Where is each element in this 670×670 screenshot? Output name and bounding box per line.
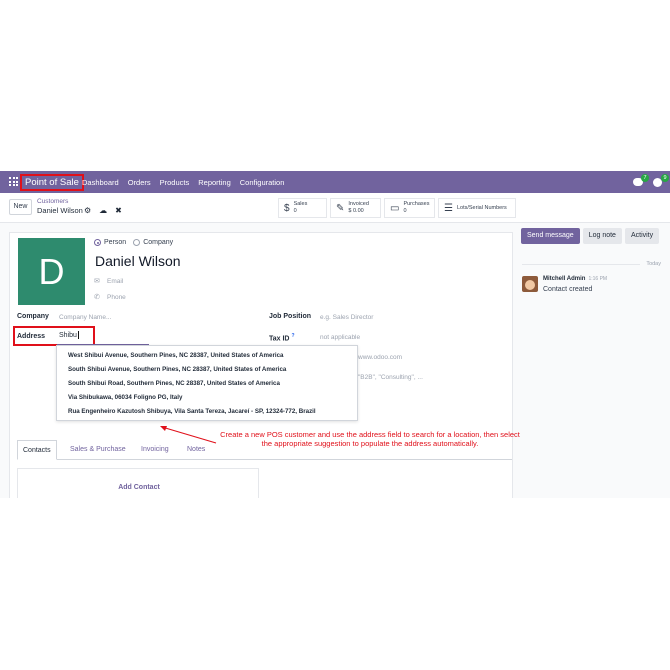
tab-contacts[interactable]: Contacts: [17, 440, 57, 460]
messages-count-badge: 7: [641, 174, 649, 182]
customer-name-field[interactable]: Daniel Wilson: [95, 253, 181, 269]
edit-icon: ✎: [336, 202, 345, 214]
job-position-label: Job Position: [269, 313, 311, 320]
menu-orders[interactable]: Orders: [128, 178, 151, 187]
company-label: Company: [17, 313, 49, 320]
address-value: Shibu: [59, 331, 77, 339]
apps-menu-icon[interactable]: [9, 177, 18, 186]
new-button[interactable]: New: [9, 199, 32, 215]
phone-icon: ✆: [94, 294, 100, 301]
message-body: Contact created: [543, 286, 593, 293]
purchases-value: 0: [403, 208, 407, 214]
close-icon[interactable]: ✖: [115, 206, 122, 215]
smart-button-purchases[interactable]: ▭ Purchases 0: [384, 198, 435, 218]
record-actions: ⚙ ☁ ✖: [84, 206, 130, 215]
suggestion-item[interactable]: West Shibui Avenue, Southern Pines, NC 2…: [68, 352, 283, 359]
chatter-topbar: Send message Log note Activity: [521, 228, 662, 244]
envelope-icon: ✉: [94, 278, 100, 285]
author-avatar: [522, 276, 538, 292]
app-name-link[interactable]: Point of Sale: [20, 174, 84, 191]
phone-placeholder: Phone: [107, 293, 126, 301]
tab-sales-purchase[interactable]: Sales & Purchase: [65, 440, 131, 460]
job-position-input[interactable]: e.g. Sales Director: [320, 314, 373, 321]
invoiced-title: Invoiced: [348, 201, 369, 207]
dollar-icon: $: [284, 202, 290, 214]
menu-dashboard[interactable]: Dashboard: [82, 178, 119, 187]
breadcrumb-customers[interactable]: Customers: [37, 198, 68, 205]
menu-reporting[interactable]: Reporting: [198, 178, 231, 187]
radio-company[interactable]: [133, 239, 141, 246]
address-label: Address: [17, 333, 46, 340]
avatar[interactable]: D: [18, 238, 85, 305]
suggestion-item[interactable]: Via Shibukawa, 06034 Foligno PG, Italy: [68, 394, 182, 401]
purchases-title: Purchases: [403, 201, 430, 207]
menu-products[interactable]: Products: [160, 178, 190, 187]
list-icon: ☰: [444, 202, 453, 214]
address-autocomplete-dropdown: West Shibui Avenue, Southern Pines, NC 2…: [56, 345, 358, 421]
company-type-radio: Person Company: [94, 239, 180, 246]
add-contact-button[interactable]: Add Contact: [18, 484, 260, 491]
email-field[interactable]: ✉ Email: [94, 277, 124, 286]
website-input[interactable]: www.odoo.com: [358, 354, 402, 361]
company-input[interactable]: Company Name...: [59, 314, 111, 321]
log-note-button[interactable]: Log note: [582, 228, 622, 244]
smart-button-sales[interactable]: $ Sales 0: [278, 198, 327, 218]
tax-id-label: Tax ID ?: [269, 333, 295, 343]
phone-field[interactable]: ✆ Phone: [94, 293, 126, 302]
radio-company-label: Company: [143, 239, 174, 246]
address-input[interactable]: Shibu: [59, 331, 79, 339]
gear-icon[interactable]: ⚙: [84, 206, 91, 215]
top-navbar: Point of Sale Dashboard Orders Products …: [0, 171, 670, 193]
sales-title: Sales: [293, 201, 308, 207]
notebook-tabs: Contacts Sales & Purchase Invoicing Note…: [17, 440, 512, 460]
cloud-upload-icon[interactable]: ☁: [99, 206, 107, 215]
radio-person[interactable]: [94, 239, 101, 246]
screenshot-area: Point of Sale Dashboard Orders Products …: [0, 171, 670, 498]
activities-count-badge: 9: [661, 174, 669, 182]
date-separator: Today: [646, 261, 661, 267]
card-icon: ▭: [390, 202, 400, 214]
radio-person-label: Person: [104, 239, 127, 246]
tab-invoicing[interactable]: Invoicing: [136, 440, 174, 460]
invoiced-value: $ 0.00: [348, 208, 364, 214]
main-menu: Dashboard Orders Products Reporting Conf…: [82, 171, 293, 193]
activities-button[interactable]: 9: [652, 174, 669, 189]
email-placeholder: Email: [107, 277, 124, 285]
text-caret: [77, 331, 79, 339]
tab-notes[interactable]: Notes: [182, 440, 210, 460]
suggestion-item[interactable]: Rua Engenheiro Kazutosh Shibuya, Vila Sa…: [68, 408, 316, 415]
suggestion-item[interactable]: South Shibui Road, Southern Pines, NC 28…: [68, 380, 280, 387]
message-author: Mitchell Admin 1:16 PM: [543, 276, 608, 282]
tags-input[interactable]: "B2B", "Consulting", ...: [358, 374, 423, 381]
send-message-button[interactable]: Send message: [521, 228, 580, 244]
systray: 7 9: [626, 174, 669, 189]
message-time: 1:16 PM: [588, 276, 608, 282]
smart-button-lots[interactable]: ☰ Lots/Serial Numbers: [438, 198, 516, 218]
suggestion-item[interactable]: South Shibui Avenue, Southern Pines, NC …: [68, 366, 286, 373]
breadcrumb-current: Daniel Wilson: [37, 206, 83, 215]
control-panel: New Customers Daniel Wilson ⚙ ☁ ✖ $ Sale…: [0, 193, 670, 223]
smart-button-invoiced[interactable]: ✎ Invoiced $ 0.00: [330, 198, 381, 218]
messages-button[interactable]: 7: [632, 174, 649, 189]
sales-value: 0: [293, 208, 297, 214]
add-contact-card[interactable]: Add Contact: [17, 468, 259, 498]
lots-title: Lots/Serial Numbers: [456, 204, 507, 211]
menu-configuration[interactable]: Configuration: [240, 178, 285, 187]
tax-id-input[interactable]: not applicable: [320, 334, 360, 341]
activity-button[interactable]: Activity: [624, 228, 660, 244]
